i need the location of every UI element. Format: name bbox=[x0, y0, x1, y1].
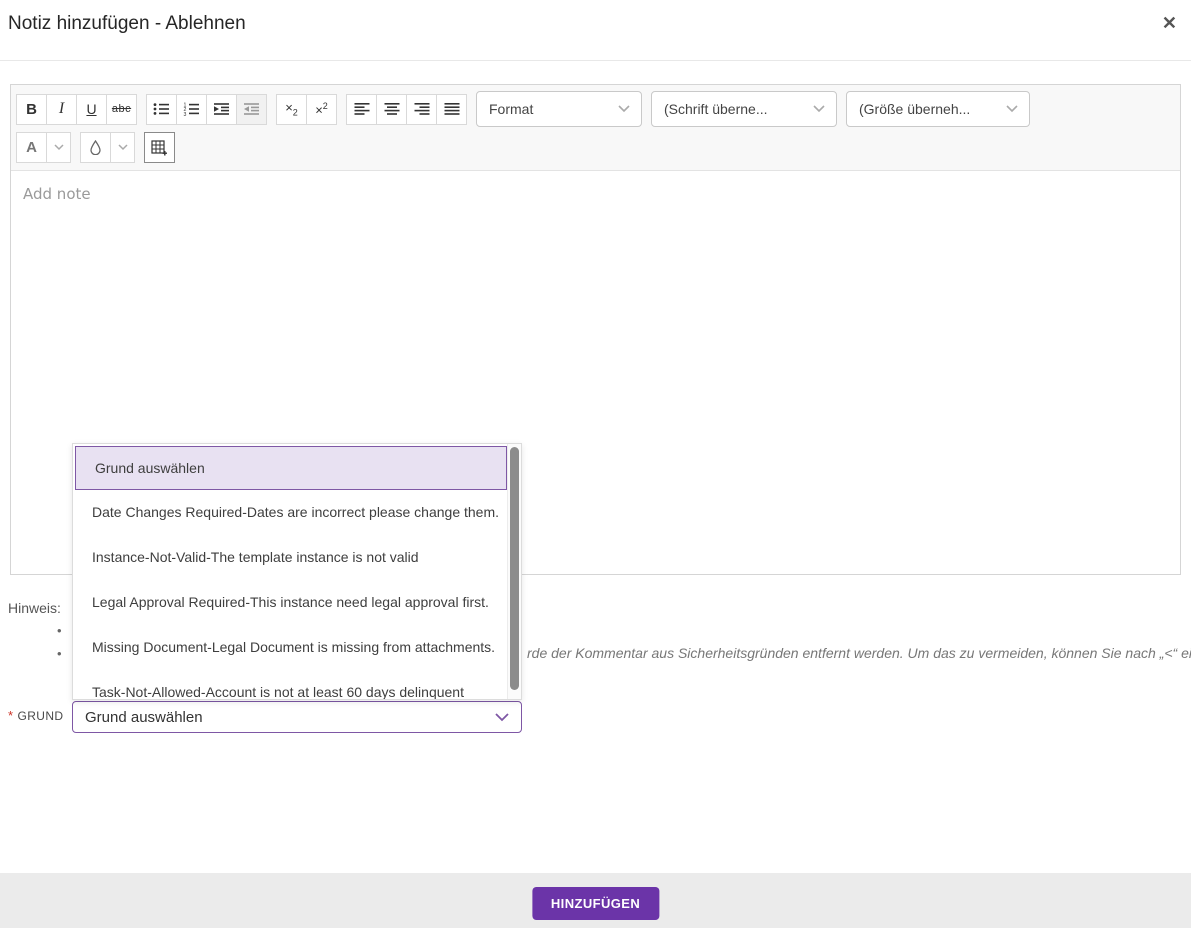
chevron-down-icon bbox=[813, 105, 825, 113]
reason-option[interactable]: Date Changes Required-Dates are incorrec… bbox=[73, 490, 507, 535]
subscript-button[interactable]: ×2 bbox=[276, 94, 307, 125]
text-color-dropdown-button[interactable] bbox=[46, 132, 71, 163]
chevron-down-icon bbox=[54, 144, 64, 151]
add-button[interactable]: HINZUFÜGEN bbox=[532, 887, 659, 920]
size-select[interactable]: (Größe überneh... bbox=[846, 91, 1030, 127]
italic-button[interactable]: I bbox=[46, 94, 77, 125]
highlight-color-dropdown-button[interactable] bbox=[110, 132, 135, 163]
superscript-button[interactable]: ×2 bbox=[306, 94, 337, 125]
hint-label: Hinweis: bbox=[8, 600, 61, 616]
indent-button[interactable] bbox=[206, 94, 237, 125]
highlight-color-group bbox=[80, 132, 135, 163]
indent-icon bbox=[213, 102, 230, 116]
reason-label-text: GRUND bbox=[17, 709, 63, 723]
highlight-color-button[interactable] bbox=[80, 132, 111, 163]
add-note-dialog: Notiz hinzufügen - Ablehnen ✕ B I U abc bbox=[0, 0, 1191, 928]
align-left-icon bbox=[354, 102, 370, 116]
script-group: ×2 ×2 bbox=[276, 94, 337, 125]
align-left-button[interactable] bbox=[346, 94, 377, 125]
reason-option[interactable]: Missing Document-Legal Document is missi… bbox=[73, 625, 507, 670]
hint-bullet2-fragment-visible: rde der Kommentar aus Sicherheitsgründen… bbox=[527, 645, 1191, 661]
numbered-list-button[interactable]: 1 2 3 bbox=[176, 94, 207, 125]
text-style-group: B I U abc bbox=[16, 94, 137, 125]
list-indent-group: 1 2 3 bbox=[146, 94, 267, 125]
outdent-button[interactable] bbox=[236, 94, 267, 125]
align-right-icon bbox=[414, 102, 430, 116]
align-right-button[interactable] bbox=[406, 94, 437, 125]
font-select[interactable]: (Schrift überne... bbox=[651, 91, 837, 127]
bullet-list-icon bbox=[153, 102, 170, 116]
align-center-button[interactable] bbox=[376, 94, 407, 125]
text-color-icon: A bbox=[26, 139, 37, 156]
bullet-icon: • bbox=[57, 623, 62, 638]
numbered-list-icon: 1 2 3 bbox=[183, 102, 200, 116]
dialog-footer: HINZUFÜGEN bbox=[0, 873, 1191, 928]
text-color-button[interactable]: A bbox=[16, 132, 47, 163]
scrollbar-thumb[interactable] bbox=[510, 447, 519, 690]
close-icon[interactable]: ✕ bbox=[1162, 13, 1177, 33]
reason-option[interactable]: Legal Approval Required-This instance ne… bbox=[73, 580, 507, 625]
text-color-group: A bbox=[16, 132, 71, 163]
reason-select[interactable]: Grund auswählen bbox=[72, 701, 522, 733]
reason-label: * GRUND bbox=[8, 708, 63, 723]
editor-toolbar: B I U abc 1 2 bbox=[11, 85, 1180, 171]
insert-table-button[interactable] bbox=[144, 132, 175, 163]
svg-text:3: 3 bbox=[184, 112, 187, 116]
required-asterisk: * bbox=[8, 708, 13, 723]
table-group bbox=[144, 132, 175, 163]
reason-option[interactable]: Grund auswählen bbox=[75, 446, 507, 490]
reason-select-value: Grund auswählen bbox=[85, 709, 203, 726]
header-divider bbox=[0, 60, 1191, 61]
reason-listbox: Grund auswählen Date Changes Required-Da… bbox=[72, 443, 522, 700]
chevron-down-icon bbox=[618, 105, 630, 113]
chevron-down-icon bbox=[1006, 105, 1018, 113]
reason-option[interactable]: Instance-Not-Valid-The template instance… bbox=[73, 535, 507, 580]
chevron-down-icon bbox=[495, 713, 509, 722]
subscript-icon: ×2 bbox=[285, 100, 298, 118]
alignment-group bbox=[346, 94, 467, 125]
bullet-icon: • bbox=[57, 646, 62, 661]
outdent-icon bbox=[243, 102, 260, 116]
format-select-value: Format bbox=[489, 101, 533, 117]
reason-option[interactable]: Task-Not-Allowed-Account is not at least… bbox=[73, 670, 507, 699]
chevron-down-icon bbox=[118, 144, 128, 151]
justify-button[interactable] bbox=[436, 94, 467, 125]
underline-button[interactable]: U bbox=[76, 94, 107, 125]
size-select-value: (Größe überneh... bbox=[859, 101, 970, 117]
align-center-icon bbox=[384, 102, 400, 116]
superscript-icon: ×2 bbox=[315, 101, 328, 117]
format-select[interactable]: Format bbox=[476, 91, 642, 127]
justify-icon bbox=[444, 102, 460, 116]
toolbar-row-2: A bbox=[16, 132, 1175, 163]
strikethrough-button[interactable]: abc bbox=[106, 94, 137, 125]
listbox-scrollbar[interactable] bbox=[507, 444, 521, 699]
page-title: Notiz hinzufügen - Ablehnen bbox=[8, 10, 246, 38]
toolbar-row-1: B I U abc 1 2 bbox=[16, 91, 1175, 127]
font-select-value: (Schrift überne... bbox=[664, 101, 768, 117]
droplet-icon bbox=[89, 140, 102, 155]
insert-table-icon bbox=[151, 140, 168, 156]
bold-button[interactable]: B bbox=[16, 94, 47, 125]
bullet-list-button[interactable] bbox=[146, 94, 177, 125]
reason-options: Grund auswählen Date Changes Required-Da… bbox=[73, 446, 507, 699]
